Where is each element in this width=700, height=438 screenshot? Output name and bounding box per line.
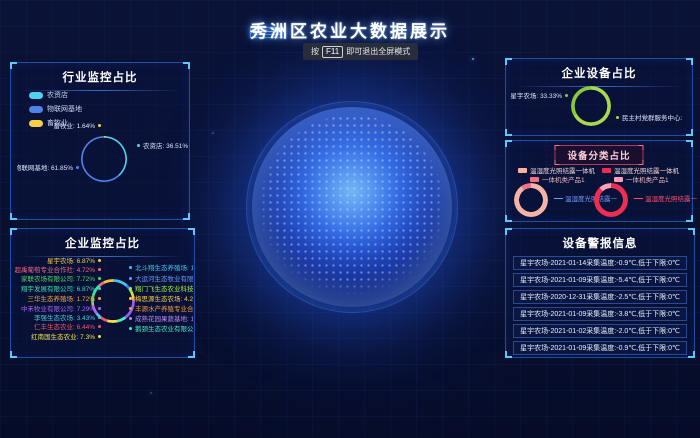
panel-title: 企业设备占比: [506, 65, 692, 81]
globe-dot-map: [260, 115, 444, 299]
alert-row: 星宇农场-2021-01-09采集温度:-5.4℃,低于下限:0℃: [513, 273, 687, 287]
legend-label: 一体机类产品1: [626, 174, 669, 184]
panel-corner: [686, 215, 693, 222]
chart-label: 超禹葡萄专业合作社: 4.72%: [15, 265, 101, 273]
panel-device-alerts: 设备警报信息 星宇农场-2021-01-14采集温度:-0.9℃,低于下限:0℃…: [505, 228, 695, 358]
panel-corner: [505, 351, 512, 358]
legend-item[interactable]: 一体机类产品1: [530, 174, 585, 184]
panel-corner: [188, 228, 195, 235]
chart-label: 民主村党群服务中心:: [616, 113, 692, 121]
chart-label: 大运河生态牧业有限责任公: [129, 274, 193, 282]
fullscreen-toast: 按 F11 即可退出全屏模式: [303, 43, 418, 60]
chart-label: 翔宇发展有限公司: 6.87%: [15, 284, 101, 292]
enterprise-device-donut-chart[interactable]: [571, 86, 611, 126]
panel-corner: [505, 129, 512, 136]
panel-corner: [688, 351, 695, 358]
panel-title: 行业监控占比: [11, 69, 189, 85]
panel-enterprise-monitor: 企业监控占比 星宇农场: 6.87% 超禹葡萄专业合作社: 4.72% 家联农场…: [10, 228, 195, 358]
page-title: 秀洲区农业大数据展示: [0, 17, 700, 42]
panel-corner: [10, 351, 17, 358]
chart-label: 星宇农场: 6.87%: [15, 256, 101, 264]
device-class-left-donut-chart[interactable]: [514, 183, 548, 217]
chart-label: 仁丰生态农业: 6.44%: [15, 322, 101, 330]
chart-label: 梅思源生态农场: 4.29: [129, 294, 193, 302]
chart-label: 物联网基地: 61.85%: [17, 163, 79, 171]
chart-label: 丰源水产养殖专业合作社: 1.: [129, 304, 193, 312]
title-corner: [554, 145, 559, 150]
panel-title: 企业监控占比: [11, 235, 194, 251]
legend-label: 一体机类产品1: [542, 174, 585, 184]
star-dot: [150, 392, 152, 394]
panel-corner: [686, 140, 693, 147]
toast-prefix: 按: [311, 46, 319, 57]
legend-swatch: [602, 168, 611, 173]
legend-label: 农资店: [47, 90, 68, 100]
panel-corner: [686, 58, 693, 65]
globe: [252, 107, 452, 307]
industry-donut-chart[interactable]: [81, 136, 127, 182]
panel-corner: [688, 228, 695, 235]
alert-list: 星宇农场-2021-01-14采集温度:-0.9℃,低于下限:0℃ 星宇农场-2…: [513, 256, 687, 358]
alert-row: 星宇农场-2021-01-09采集温度:-3.8℃,低于下限:0℃: [513, 307, 687, 321]
legend-item[interactable]: 农资店: [29, 90, 82, 100]
panel-corner: [505, 228, 512, 235]
chart-label: 成熟花园果蔬基地: 15.02%: [129, 314, 193, 322]
legend-swatch: [614, 177, 623, 182]
chart-label: 星宇农场: 33.33%: [508, 91, 568, 99]
panel-corner: [505, 215, 512, 222]
chart-label: 鹅颈生态农业有限公司: 6.87%: [129, 324, 193, 332]
chart-label: 温湿度光照结露一: [634, 193, 697, 203]
panel-device-classification: 设备分类占比 温湿度光照结露一体机 一体机类产品1 温湿度光照结露一体机 一体机…: [505, 140, 693, 222]
panel-corner: [188, 351, 195, 358]
chart-label: 三华生态养殖场: 1.72%: [15, 294, 101, 302]
panel-corner: [183, 62, 190, 69]
legend-swatch: [530, 177, 539, 182]
panel-corner: [505, 140, 512, 147]
panel-industry-monitor: 行业监控占比 农资店 物联网基地 畜牧业 畜牧业: 1.64% 农资店: 36.…: [10, 62, 190, 220]
panel-enterprise-device: 企业设备占比 星宇农场: 33.33% 民主村党群服务中心:: [505, 58, 693, 136]
legend-item[interactable]: 一体机类产品1: [614, 174, 669, 184]
legend-swatch: [29, 92, 43, 99]
chart-label: 李强生态农场: 3.43%: [15, 313, 101, 321]
panel-corner: [10, 213, 17, 220]
star-dot: [472, 58, 474, 60]
chart-label: 畜牧业: 1.64%: [25, 121, 101, 129]
star-dot: [212, 132, 214, 134]
panel-corner: [686, 129, 693, 136]
legend-swatch: [518, 168, 527, 173]
f11-key: F11: [322, 46, 343, 58]
panel-corner: [10, 62, 17, 69]
device-class-right-donut-chart[interactable]: [594, 183, 628, 217]
chart-label: 翔门飞生态农业科技有限公: [129, 284, 193, 292]
chart-label: 农资店: 36.51%: [137, 141, 191, 149]
legend-item[interactable]: 物联网基地: [29, 104, 82, 114]
alert-row: 星宇农场-2021-01-14采集温度:-0.9℃,低于下限:0℃: [513, 256, 687, 270]
panel-corner: [10, 228, 17, 235]
panel-corner: [183, 213, 190, 220]
chart-label: 北斗翔生态养殖场: 11.36%: [129, 263, 193, 271]
panel-title: 设备警报信息: [506, 235, 694, 251]
title-corner: [639, 145, 644, 150]
label-dot: [98, 124, 101, 127]
chart-label: 家联农场有限公司: 7.72%: [15, 274, 101, 282]
toast-suffix: 即可退出全屏模式: [346, 46, 410, 57]
alert-row: 星宇农场-2020-12-31采集温度:-2.5℃,低于下限:0℃: [513, 290, 687, 304]
panel-corner: [505, 58, 512, 65]
label-dot: [137, 144, 140, 147]
chart-label: 中禾牧业有限公司: 7.29%: [15, 304, 101, 312]
legend-swatch: [29, 106, 43, 113]
alert-row: 星宇农场-2021-01-02采集温度:-2.0℃,低于下限:0℃: [513, 324, 687, 338]
legend-label: 物联网基地: [47, 104, 82, 114]
label-dot: [76, 166, 79, 169]
device-classification-title: 设备分类占比: [554, 145, 643, 165]
chart-label: 红南国生态农业: 7.3%: [15, 332, 101, 340]
alert-row: 星宇农场-2021-01-09采集温度:-0.9℃,低于下限:0℃: [513, 341, 687, 355]
